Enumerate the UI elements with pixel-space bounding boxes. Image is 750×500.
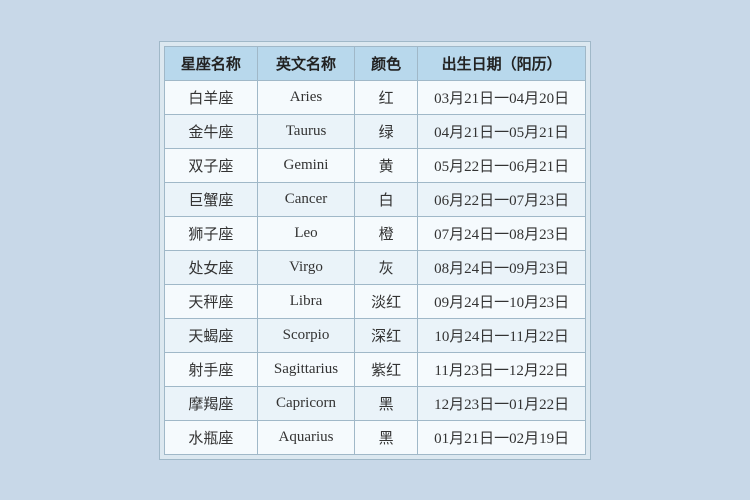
table-cell: Leo [257,216,354,250]
table-cell: 紫红 [355,352,418,386]
table-row: 射手座Sagittarius紫红11月23日一12月22日 [164,352,585,386]
table-cell: 08月24日一09月23日 [418,250,586,284]
table-cell: 灰 [355,250,418,284]
table-header-cell: 颜色 [355,46,418,80]
table-cell: Taurus [257,114,354,148]
table-cell: Gemini [257,148,354,182]
table-cell: 处女座 [164,250,257,284]
table-cell: 绿 [355,114,418,148]
table-cell: 09月24日一10月23日 [418,284,586,318]
table-row: 天秤座Libra淡红09月24日一10月23日 [164,284,585,318]
table-cell: Virgo [257,250,354,284]
table-header-cell: 英文名称 [257,46,354,80]
table-cell: 白 [355,182,418,216]
table-cell: Scorpio [257,318,354,352]
table-row: 巨蟹座Cancer白06月22日一07月23日 [164,182,585,216]
table-cell: 金牛座 [164,114,257,148]
table-cell: Sagittarius [257,352,354,386]
table-header-cell: 星座名称 [164,46,257,80]
table-row: 狮子座Leo橙07月24日一08月23日 [164,216,585,250]
table-cell: 01月21日一02月19日 [418,420,586,454]
table-cell: 12月23日一01月22日 [418,386,586,420]
table-cell: 橙 [355,216,418,250]
table-cell: 07月24日一08月23日 [418,216,586,250]
table-cell: Aquarius [257,420,354,454]
table-cell: 黑 [355,420,418,454]
table-cell: 05月22日一06月21日 [418,148,586,182]
table-row: 摩羯座Capricorn黑12月23日一01月22日 [164,386,585,420]
table-row: 白羊座Aries红03月21日一04月20日 [164,80,585,114]
table-row: 金牛座Taurus绿04月21日一05月21日 [164,114,585,148]
table-cell: 双子座 [164,148,257,182]
table-cell: 淡红 [355,284,418,318]
table-cell: 红 [355,80,418,114]
table-cell: 水瓶座 [164,420,257,454]
table-cell: 射手座 [164,352,257,386]
table-cell: 11月23日一12月22日 [418,352,586,386]
table-cell: 06月22日一07月23日 [418,182,586,216]
table-cell: Cancer [257,182,354,216]
table-cell: 摩羯座 [164,386,257,420]
table-cell: 03月21日一04月20日 [418,80,586,114]
table-row: 双子座Gemini黄05月22日一06月21日 [164,148,585,182]
table-cell: 天蝎座 [164,318,257,352]
table-cell: 白羊座 [164,80,257,114]
table-cell: 黄 [355,148,418,182]
table-header-row: 星座名称英文名称颜色出生日期（阳历） [164,46,585,80]
table-row: 处女座Virgo灰08月24日一09月23日 [164,250,585,284]
table-cell: Libra [257,284,354,318]
table-cell: Capricorn [257,386,354,420]
table-cell: 狮子座 [164,216,257,250]
table-cell: 深红 [355,318,418,352]
table-header-cell: 出生日期（阳历） [418,46,586,80]
table-cell: 巨蟹座 [164,182,257,216]
table-cell: 黑 [355,386,418,420]
table-cell: 10月24日一11月22日 [418,318,586,352]
table-cell: 天秤座 [164,284,257,318]
table-cell: Aries [257,80,354,114]
table-cell: 04月21日一05月21日 [418,114,586,148]
table-body: 白羊座Aries红03月21日一04月20日金牛座Taurus绿04月21日一0… [164,80,585,454]
zodiac-table: 星座名称英文名称颜色出生日期（阳历） 白羊座Aries红03月21日一04月20… [164,46,586,455]
table-row: 天蝎座Scorpio深红10月24日一11月22日 [164,318,585,352]
table-row: 水瓶座Aquarius黑01月21日一02月19日 [164,420,585,454]
zodiac-table-container: 星座名称英文名称颜色出生日期（阳历） 白羊座Aries红03月21日一04月20… [159,41,591,460]
